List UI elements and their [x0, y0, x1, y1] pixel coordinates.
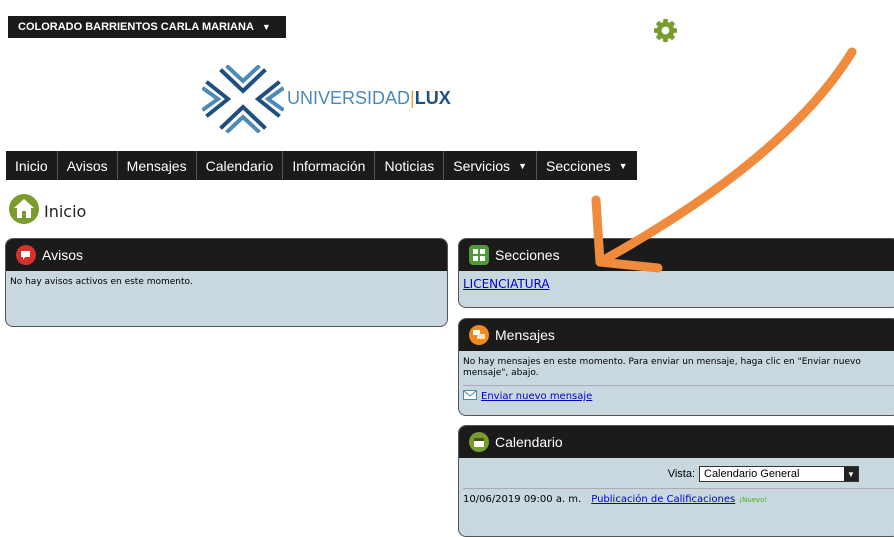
- event-datetime: 10/06/2019 09:00 a. m.: [463, 494, 582, 505]
- nav-label: Noticias: [384, 157, 435, 174]
- nav-item-servicios[interactable]: Servicios ▼: [444, 151, 537, 180]
- new-badge: ¡Nuevo!: [739, 495, 768, 504]
- avisos-title: Avisos: [42, 247, 83, 263]
- page-title: Inicio: [44, 202, 87, 221]
- mensajes-title: Mensajes: [495, 327, 555, 343]
- mensajes-panel: Mensajes No hay mensajes en este momento…: [458, 318, 894, 416]
- nav-item-avisos[interactable]: Avisos: [58, 151, 118, 180]
- chevron-down-icon: ▼: [261, 22, 271, 32]
- chevron-down-icon: ▼: [518, 160, 527, 171]
- speech-bubble-icon: [16, 245, 36, 265]
- secciones-header: Secciones: [459, 239, 894, 271]
- envelope-icon: [463, 390, 477, 403]
- send-new-message-link[interactable]: Enviar nuevo mensaje: [481, 391, 592, 402]
- calendario-title: Calendario: [495, 434, 563, 450]
- vista-select-value: Calendario General: [704, 468, 800, 480]
- vista-select[interactable]: Calendario General ▼: [699, 466, 859, 482]
- secciones-panel: Secciones LICENCIATURA: [458, 238, 894, 308]
- nav-item-noticias[interactable]: Noticias: [375, 151, 445, 180]
- nav-item-mensajes[interactable]: Mensajes: [118, 151, 197, 180]
- nav-item-inicio[interactable]: Inicio: [6, 151, 58, 180]
- nav-label: Mensajes: [126, 157, 187, 174]
- chat-bubbles-icon: [469, 325, 489, 345]
- nav-item-informacion[interactable]: Información: [283, 151, 376, 180]
- user-menu-button[interactable]: COLORADO BARRIENTOS CARLA MARIANA ▼: [8, 16, 286, 38]
- event-title-link[interactable]: Publicación de Calificaciones: [591, 494, 735, 505]
- nav-label: Secciones: [545, 157, 611, 174]
- vista-label: Vista:: [667, 468, 695, 480]
- nav-item-secciones[interactable]: Secciones ▼: [537, 151, 637, 180]
- settings-gear-icon[interactable]: [652, 17, 679, 44]
- nav-label: Calendario: [205, 157, 274, 174]
- logo-universidad: UNIVERSIDAD: [287, 88, 411, 108]
- grid-icon: [469, 245, 489, 265]
- calendar-icon: [469, 432, 489, 452]
- user-name: COLORADO BARRIENTOS CARLA MARIANA: [18, 21, 254, 33]
- main-nav: Inicio Avisos Mensajes Calendario Inform…: [6, 151, 637, 180]
- nav-label: Inicio: [15, 157, 48, 174]
- home-icon: [9, 194, 39, 224]
- mensajes-header: Mensajes: [459, 319, 894, 351]
- nav-label: Servicios: [453, 157, 511, 174]
- seccion-link-licenciatura[interactable]: LICENCIATURA: [463, 277, 550, 291]
- universidad-lux-logo-icon: [202, 65, 284, 133]
- calendar-event-row: 10/06/2019 09:00 a. m. Publicación de Ca…: [463, 488, 894, 505]
- chevron-down-icon: ▼: [844, 467, 858, 481]
- secciones-title: Secciones: [495, 247, 560, 263]
- mensajes-message: No hay mensajes en este momento. Para en…: [463, 357, 861, 378]
- avisos-panel: Avisos No hay avisos activos en este mom…: [5, 238, 448, 327]
- avisos-message: No hay avisos activos en este momento.: [10, 277, 193, 287]
- chevron-down-icon: ▼: [618, 160, 628, 171]
- calendario-header: Calendario: [459, 426, 894, 458]
- logo-wordmark: UNIVERSIDAD|LUX: [287, 88, 451, 109]
- nav-label: Información: [292, 157, 366, 174]
- avisos-header: Avisos: [6, 239, 447, 271]
- calendario-panel: Calendario Vista: Calendario General ▼ 1…: [458, 425, 894, 537]
- nav-item-calendario[interactable]: Calendario: [197, 151, 284, 180]
- logo-lux: LUX: [414, 88, 451, 108]
- nav-label: Avisos: [66, 157, 108, 174]
